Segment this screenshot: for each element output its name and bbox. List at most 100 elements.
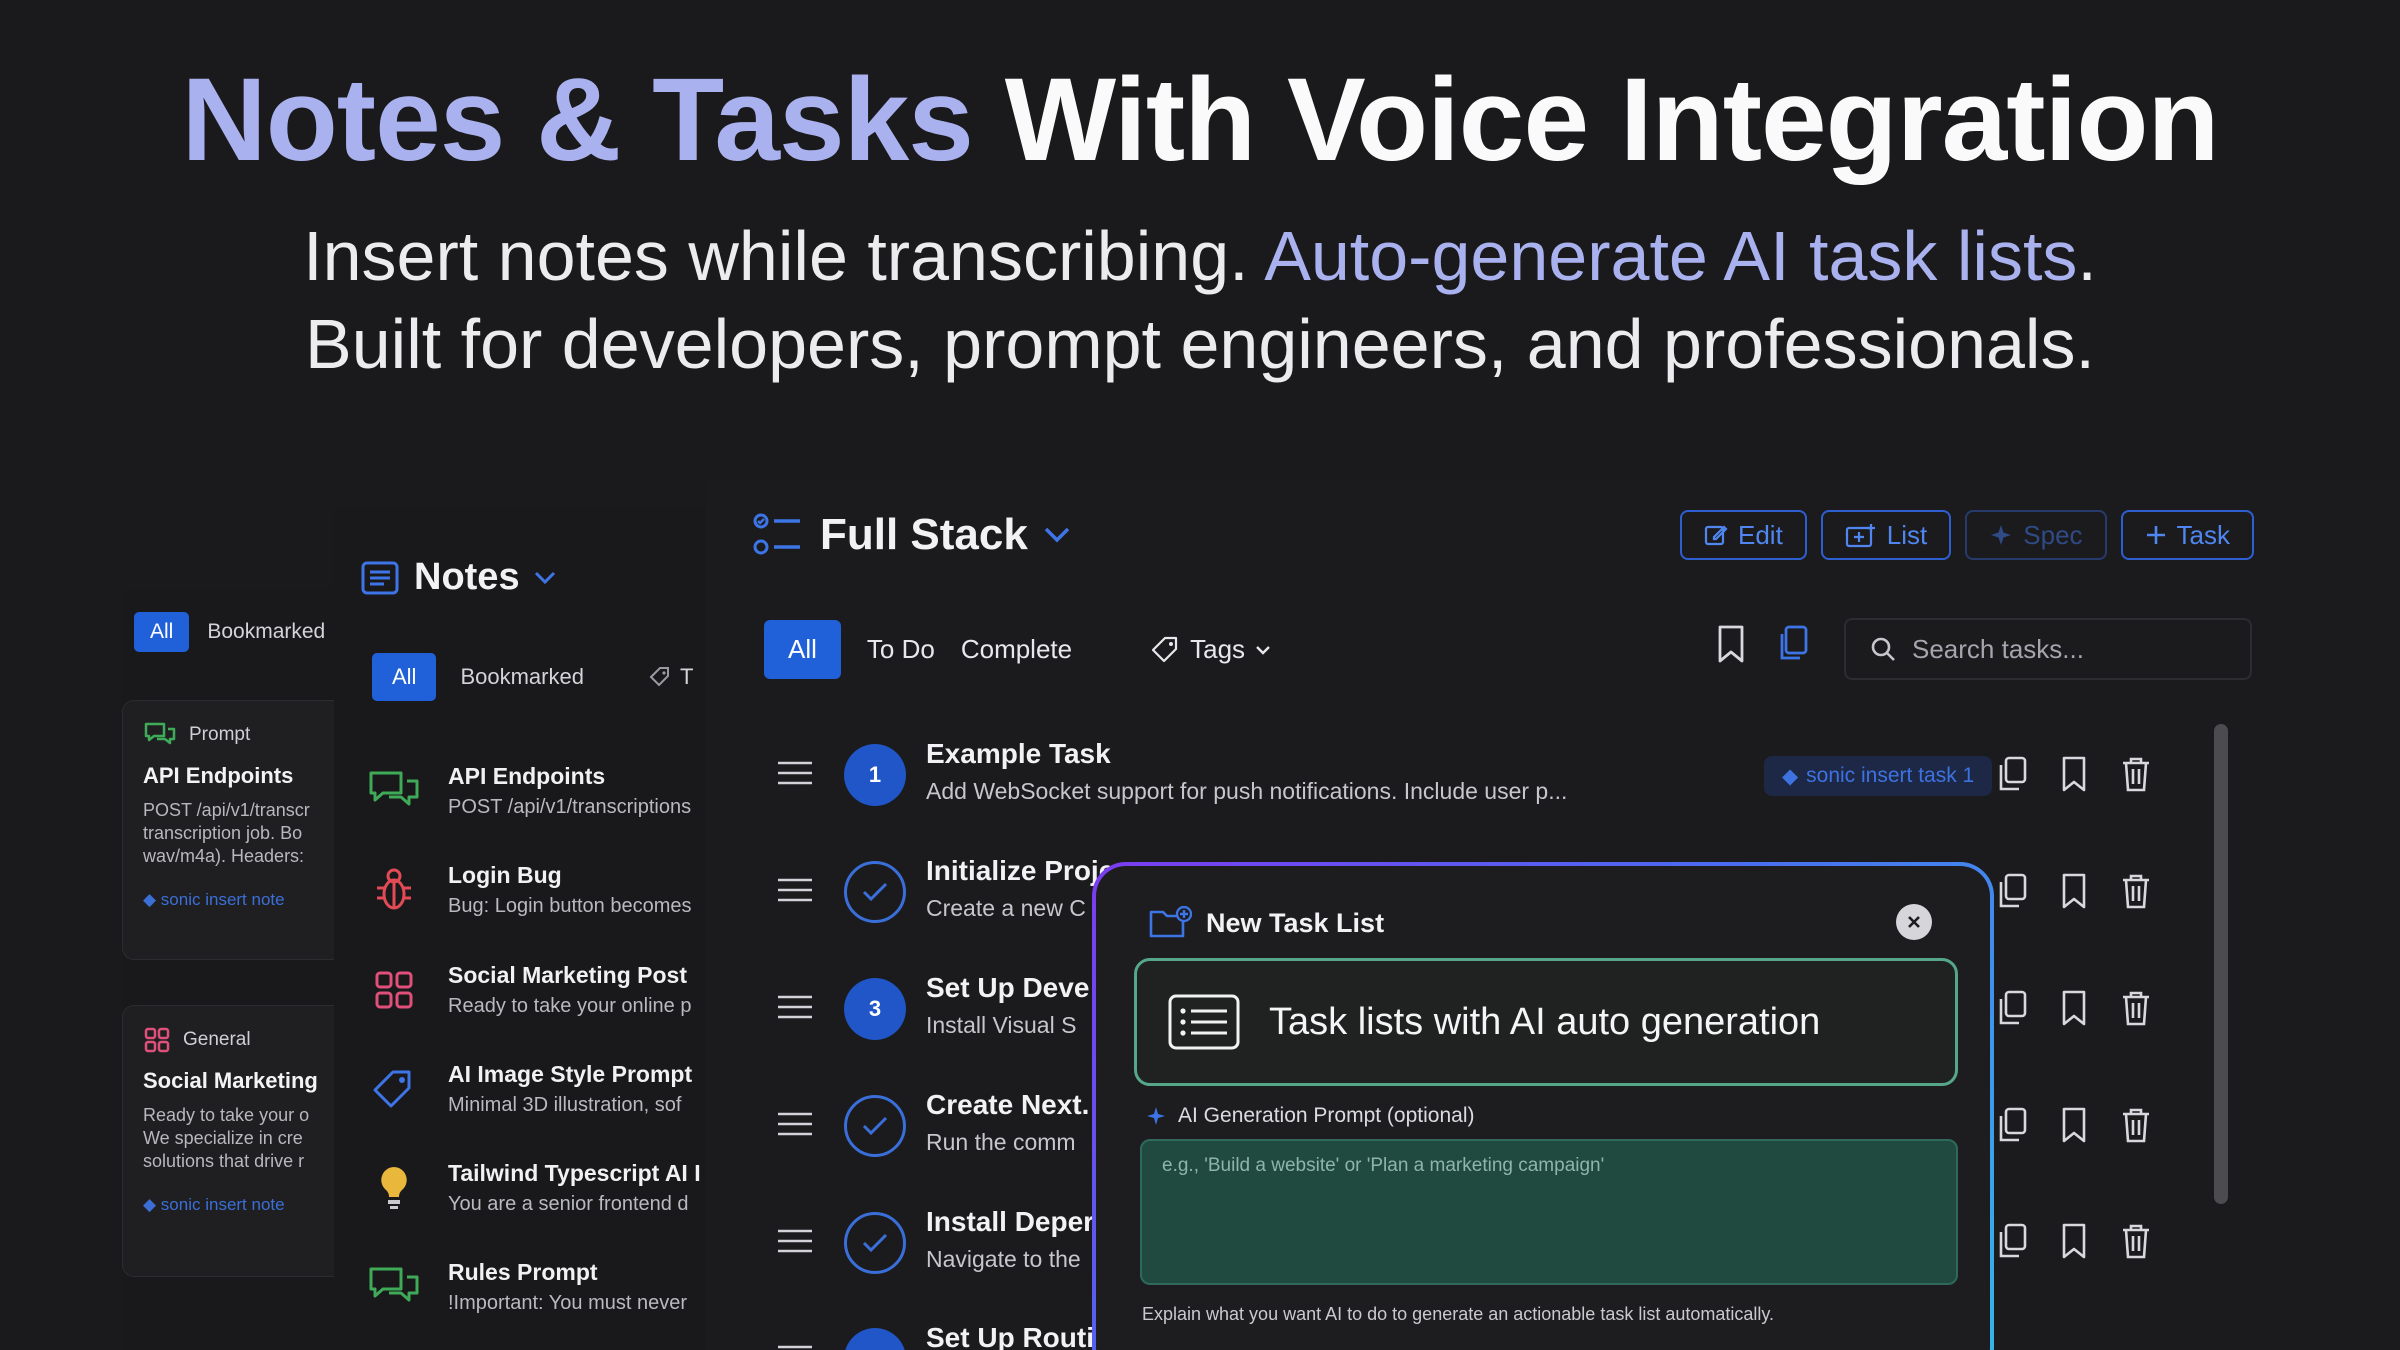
bug-icon: [366, 862, 422, 918]
drag-handle-icon[interactable]: [776, 877, 814, 903]
task-list-header[interactable]: Full Stack: [752, 510, 1070, 560]
notes-tabs: All Bookmarked T: [372, 653, 693, 701]
copy-icon[interactable]: [1996, 989, 2028, 1027]
task-actions: [1996, 755, 2152, 793]
bookmark-icon[interactable]: [1716, 624, 1746, 664]
task-filters: All To Do Complete Tags: [764, 620, 1271, 679]
new-task-list-modal: New Task List Task lists with AI auto ge…: [1092, 862, 1994, 1350]
tags-dropdown-label: Tags: [1190, 634, 1246, 664]
note-desc: You are a senior frontend d: [448, 1193, 689, 1215]
ai-prompt-input[interactable]: e.g., 'Build a website' or 'Plan a marke…: [1140, 1139, 1958, 1285]
drag-handle-icon[interactable]: [776, 1111, 814, 1137]
copy-icon[interactable]: [1776, 624, 1810, 664]
tag-icon: [1152, 636, 1178, 662]
spec-button[interactable]: Spec: [1965, 510, 2107, 560]
bookmark-icon[interactable]: [2060, 872, 2088, 910]
chat-bubbles-icon: [366, 1259, 422, 1315]
trash-icon[interactable]: [2120, 1222, 2152, 1260]
task-tag-badge: ◆ sonic insert task 1: [1764, 756, 1993, 796]
hero-sub-text: Insert notes while transcribing.: [303, 217, 1265, 295]
chevron-down-icon: [1044, 527, 1070, 543]
trash-icon[interactable]: [2120, 1106, 2152, 1144]
note-desc: !Important: You must never: [448, 1292, 688, 1314]
back-tabs: All Bookmarked: [134, 612, 325, 652]
note-item[interactable]: Tailwind Typescript AI I You are a senior…: [366, 1160, 706, 1216]
back-tab-bookmarked[interactable]: Bookmarked: [207, 620, 325, 644]
note-desc: Ready to take your online p: [448, 995, 692, 1017]
edit-button-label: Edit: [1737, 519, 1783, 550]
task-number[interactable]: [844, 1328, 906, 1350]
bookmark-icon[interactable]: [2060, 1106, 2088, 1144]
ai-prompt-label: AI Generation Prompt (optional): [1146, 1104, 1474, 1128]
filter-complete[interactable]: Complete: [961, 634, 1072, 665]
edit-button[interactable]: Edit: [1679, 510, 1807, 560]
filter-all[interactable]: All: [764, 620, 841, 679]
chevron-down-icon: [1256, 645, 1270, 655]
bookmark-icon[interactable]: [2060, 1222, 2088, 1260]
card-body: Ready to take your o We specialize in cr…: [143, 1105, 310, 1171]
lightbulb-icon: [366, 1160, 422, 1216]
task-row[interactable]: 1 Example Task Add WebSocket support for…: [776, 736, 1993, 816]
search-icon: [1871, 637, 1895, 661]
filter-todo[interactable]: To Do: [867, 634, 935, 665]
card-tag: ◆ sonic insert note: [143, 1195, 285, 1214]
tag-icon: [366, 1061, 422, 1117]
note-item[interactable]: Social Marketing Post Ready to take your …: [366, 962, 706, 1018]
trash-icon[interactable]: [2120, 989, 2152, 1027]
close-button[interactable]: [1896, 904, 1932, 940]
list-tools: [1716, 624, 1810, 664]
list-button[interactable]: List: [1820, 510, 1952, 560]
copy-icon[interactable]: [1996, 1222, 2028, 1260]
list-button-label: List: [1886, 519, 1928, 550]
note-item[interactable]: API Endpoints POST /api/v1/transcriptions: [366, 763, 706, 819]
check-icon: [862, 882, 888, 902]
notes-tab-bookmarked[interactable]: Bookmarked: [460, 664, 584, 690]
copy-icon[interactable]: [1996, 1106, 2028, 1144]
hero-title: Notes & Tasks With Voice Integration: [0, 52, 2400, 188]
trash-icon[interactable]: [2120, 755, 2152, 793]
note-desc: Bug: Login button becomes: [448, 895, 692, 917]
trash-icon[interactable]: [2120, 872, 2152, 910]
search-tasks-input[interactable]: Search tasks...: [1844, 618, 2252, 680]
hero-sub-period: .: [2077, 217, 2097, 295]
bookmark-icon[interactable]: [2060, 755, 2088, 793]
back-note-card[interactable]: Prompt API Endpoints POST /api/v1/transc…: [122, 700, 352, 960]
task-title: Example Task: [926, 738, 1111, 769]
note-item[interactable]: Rules Prompt !Important: You must never: [366, 1259, 706, 1315]
task-number[interactable]: 1: [844, 744, 906, 806]
drag-handle-icon[interactable]: [776, 1344, 814, 1350]
task-scrollbar[interactable]: [2214, 724, 2228, 1204]
copy-icon[interactable]: [1996, 872, 2028, 910]
task-desc: Add WebSocket support for push notificat…: [926, 778, 1568, 804]
notes-tab-all[interactable]: All: [372, 653, 437, 701]
note-item[interactable]: Login Bug Bug: Login button becomes: [366, 862, 706, 918]
drag-handle-icon[interactable]: [776, 1228, 814, 1254]
task-complete-check[interactable]: [844, 1212, 906, 1274]
note-desc: Minimal 3D illustration, sof: [448, 1094, 682, 1116]
bookmark-icon[interactable]: [2060, 989, 2088, 1027]
task-actions: [1996, 1222, 2152, 1260]
back-tab-all[interactable]: All: [134, 612, 190, 652]
drag-handle-icon[interactable]: [776, 760, 814, 786]
modal-body: New Task List Task lists with AI auto ge…: [1096, 866, 1990, 1350]
add-task-button[interactable]: Task: [2120, 510, 2254, 560]
note-title: Social Marketing Post: [448, 962, 688, 988]
notes-tab-tags[interactable]: T: [648, 664, 693, 690]
copy-icon[interactable]: [1996, 755, 2028, 793]
task-number[interactable]: 3: [844, 978, 906, 1040]
chat-bubbles-icon: [366, 763, 422, 819]
modal-title: New Task List: [1206, 907, 1385, 938]
check-icon: [862, 1233, 888, 1253]
task-complete-check[interactable]: [844, 861, 906, 923]
sparkle-icon: [1991, 525, 2012, 545]
note-item[interactable]: AI Image Style Prompt Minimal 3D illustra…: [366, 1061, 706, 1117]
close-icon: [1908, 916, 1920, 928]
drag-handle-icon[interactable]: [776, 994, 814, 1020]
list-add-icon: [1845, 524, 1875, 548]
tags-dropdown[interactable]: Tags: [1150, 634, 1271, 665]
task-actions: [1996, 1106, 2152, 1144]
task-complete-check[interactable]: [844, 1095, 906, 1157]
notes-header[interactable]: Notes: [360, 556, 556, 599]
back-note-card[interactable]: General Social Marketing Ready to take y…: [122, 1005, 352, 1277]
card-category-label: General: [183, 1029, 251, 1050]
